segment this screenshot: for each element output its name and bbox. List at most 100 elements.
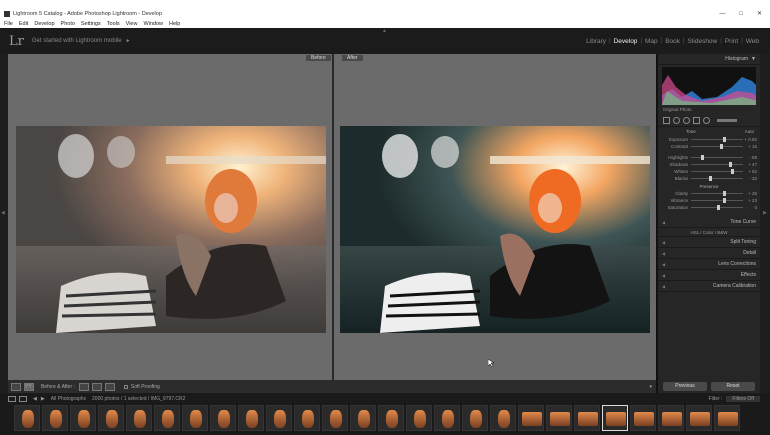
menu-window[interactable]: Window: [143, 21, 163, 27]
red-eye-icon[interactable]: [683, 116, 690, 124]
module-library[interactable]: Library: [586, 38, 606, 45]
grid-button[interactable]: [19, 395, 27, 402]
slider-value[interactable]: + 52: [743, 169, 757, 174]
menu-settings[interactable]: Settings: [81, 21, 101, 27]
auto-tone-button[interactable]: Auto: [745, 129, 754, 136]
menu-edit[interactable]: Edit: [19, 21, 28, 27]
reset-button[interactable]: Reset: [711, 382, 755, 391]
filmstrip-thumbnail[interactable]: [378, 405, 404, 431]
filmstrip-thumbnail[interactable]: [14, 405, 40, 431]
collapse-top-icon[interactable]: ▲: [382, 28, 387, 34]
crop-tool-icon[interactable]: [663, 116, 670, 124]
slider-value[interactable]: - 32: [743, 176, 757, 181]
filmstrip-thumbnail[interactable]: [154, 405, 180, 431]
menu-file[interactable]: File: [4, 21, 13, 27]
filmstrip-thumbnail[interactable]: [434, 405, 460, 431]
radial-filter-icon[interactable]: [703, 116, 710, 124]
menu-help[interactable]: Help: [169, 21, 180, 27]
menu-develop[interactable]: Develop: [34, 21, 54, 27]
slider-knob[interactable]: [729, 162, 733, 167]
spot-removal-icon[interactable]: [673, 116, 680, 124]
module-book[interactable]: Book: [665, 38, 680, 45]
mobile-tagline[interactable]: Get started with Lightroom mobile: [32, 38, 122, 44]
copy-before-settings-button[interactable]: [78, 382, 89, 391]
hsl-tabs[interactable]: HSL / Color / B&W: [658, 228, 760, 237]
loupe-view-button[interactable]: [11, 382, 21, 391]
module-map[interactable]: Map: [645, 38, 658, 45]
slider-knob[interactable]: [717, 205, 720, 210]
section-split-toning[interactable]: ◀ Split Toning: [658, 237, 760, 248]
left-panel-toggle-icon[interactable]: ◀: [1, 210, 5, 216]
slider-knob[interactable]: [720, 144, 724, 149]
slider-track[interactable]: [691, 191, 743, 196]
filter-dropdown[interactable]: Filters Off: [726, 395, 760, 402]
section-lens-corrections[interactable]: ◀ Lens Corrections: [658, 259, 760, 270]
module-print[interactable]: Print: [725, 38, 738, 45]
before-after-button[interactable]: YY: [24, 382, 34, 391]
minimize-button[interactable]: —: [719, 11, 725, 17]
section-expand-icon[interactable]: ◀: [662, 273, 665, 278]
close-button[interactable]: ✕: [757, 10, 762, 17]
slider-track[interactable]: [691, 162, 743, 167]
menu-view[interactable]: View: [126, 21, 138, 27]
filmstrip-thumbnail[interactable]: [126, 405, 152, 431]
slider-knob[interactable]: [708, 176, 712, 181]
filmstrip-thumbnail[interactable]: [294, 405, 320, 431]
filmstrip-thumbnail[interactable]: [546, 405, 572, 431]
swap-button[interactable]: [104, 382, 115, 391]
slider-track[interactable]: [691, 155, 743, 160]
menu-photo[interactable]: Photo: [61, 21, 75, 27]
module-slideshow[interactable]: Slideshow: [688, 38, 718, 45]
slider-track[interactable]: [691, 176, 743, 181]
filmstrip-thumbnail[interactable]: [70, 405, 96, 431]
filmstrip-thumbnail[interactable]: [518, 405, 544, 431]
slider-value[interactable]: + 23: [743, 198, 757, 203]
before-after-mode-label[interactable]: Before & After :: [41, 384, 75, 390]
slider-knob[interactable]: [723, 137, 727, 142]
filmstrip-thumbnail[interactable]: [238, 405, 264, 431]
slider-knob[interactable]: [701, 155, 705, 160]
back-arrow-icon[interactable]: ◀: [33, 396, 37, 402]
slider-value[interactable]: + 0.82: [743, 137, 757, 142]
secondary-display-button[interactable]: [8, 395, 16, 402]
section-expand-icon[interactable]: ◀: [662, 240, 665, 245]
right-panel-toggle-icon[interactable]: ▶: [763, 210, 767, 216]
slider-value[interactable]: - 58: [743, 155, 757, 160]
filmstrip-thumbnail[interactable]: [266, 405, 292, 431]
module-web[interactable]: Web: [746, 38, 759, 45]
adjustment-brush-icon[interactable]: [717, 118, 737, 122]
filmstrip-thumbnail[interactable]: [658, 405, 684, 431]
maximize-button[interactable]: □: [739, 11, 743, 17]
slider-value[interactable]: + 16: [743, 144, 757, 149]
slider-track[interactable]: [691, 205, 743, 210]
slider-knob[interactable]: [723, 191, 727, 196]
filmstrip-thumbnail[interactable]: [714, 405, 740, 431]
filmstrip-thumbnail[interactable]: [574, 405, 600, 431]
filmstrip-thumbnail[interactable]: [630, 405, 656, 431]
graduated-filter-icon[interactable]: [693, 116, 700, 124]
slider-track[interactable]: [691, 169, 743, 174]
filmstrip-thumbnail[interactable]: [42, 405, 68, 431]
source-label[interactable]: All Photographs: [51, 396, 86, 402]
section-expand-icon[interactable]: ◀: [662, 220, 665, 225]
filmstrip-thumbnail[interactable]: [406, 405, 432, 431]
filmstrip-thumbnail[interactable]: [602, 405, 628, 431]
section-tone-curve[interactable]: ◀ Tone Curve: [658, 217, 760, 228]
section-expand-icon[interactable]: ◀: [662, 251, 665, 256]
filmstrip-thumbnail[interactable]: [350, 405, 376, 431]
forward-arrow-icon[interactable]: ▶: [41, 396, 45, 402]
slider-track[interactable]: [691, 198, 743, 203]
filmstrip-thumbnail[interactable]: [490, 405, 516, 431]
histogram-header[interactable]: Histogram ▼: [658, 54, 760, 65]
slider-value[interactable]: + 25: [743, 191, 757, 196]
slider-track[interactable]: [691, 137, 743, 142]
slider-track[interactable]: [691, 144, 743, 149]
toolbar-menu-icon[interactable]: ▾: [649, 384, 652, 390]
section-detail[interactable]: ◀ Detail: [658, 248, 760, 259]
section-expand-icon[interactable]: ◀: [662, 284, 665, 289]
filmstrip-thumbnail[interactable]: [98, 405, 124, 431]
section-effects[interactable]: ◀ Effects: [658, 270, 760, 281]
section-camera-calibration[interactable]: ◀ Camera Calibration: [658, 281, 760, 292]
filmstrip-thumbnail[interactable]: [686, 405, 712, 431]
menu-tools[interactable]: Tools: [107, 21, 120, 27]
